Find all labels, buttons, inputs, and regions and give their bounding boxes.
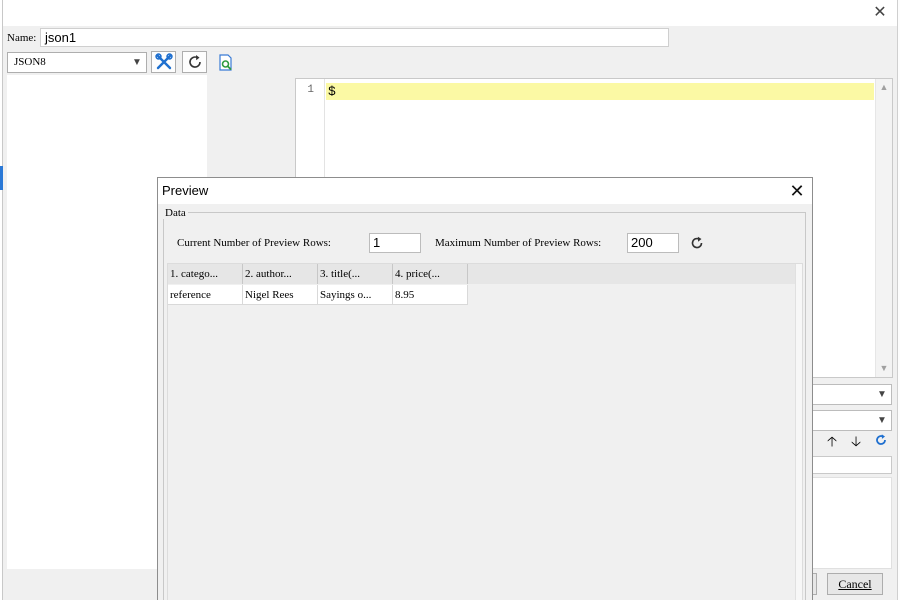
preview-close-button[interactable]: ✕ — [786, 180, 808, 202]
side-input[interactable] — [812, 456, 892, 474]
tools-button[interactable] — [151, 51, 176, 73]
chevron-down-icon: ▼ — [877, 389, 887, 400]
arrow-up-icon: 🡡 — [826, 433, 838, 449]
table-cell[interactable]: Nigel Rees — [243, 285, 318, 305]
side-refresh-button[interactable] — [871, 432, 891, 450]
preview-search-icon — [219, 54, 232, 71]
table-cell[interactable]: 8.95 — [393, 285, 468, 305]
chevron-down-icon: ▼ — [132, 57, 142, 68]
name-label: Name: — [7, 32, 37, 44]
close-icon: ✕ — [873, 4, 887, 21]
side-select-2[interactable]: ▼ — [812, 410, 892, 431]
preview-dialog: Preview ✕ Data Current Number of Preview… — [157, 177, 813, 600]
arrow-down-icon: 🡣 — [850, 433, 862, 449]
preview-button[interactable] — [217, 53, 235, 73]
side-select-1[interactable]: ▼ — [812, 384, 892, 405]
grid-scrollbar[interactable] — [795, 264, 802, 600]
column-header[interactable]: 2. author... — [243, 264, 318, 284]
line-number: 1 — [307, 84, 314, 96]
table-cell[interactable]: Sayings o... — [318, 285, 393, 305]
reload-button[interactable] — [182, 51, 207, 73]
scroll-down-icon[interactable]: ▼ — [876, 361, 892, 376]
editor-content[interactable]: $ — [328, 83, 336, 100]
format-select[interactable]: JSON8 ▼ — [7, 52, 147, 73]
chevron-down-icon: ▼ — [877, 415, 887, 426]
tools-icon — [154, 53, 173, 70]
refresh-icon — [876, 434, 886, 445]
max-rows-label: Maximum Number of Preview Rows: — [435, 237, 602, 249]
format-select-value: JSON8 — [14, 56, 46, 68]
max-rows-input[interactable]: 200 — [627, 233, 679, 253]
preview-title: Preview — [162, 183, 209, 198]
cancel-button[interactable]: Cancel — [827, 573, 883, 595]
move-up-button[interactable]: 🡡 — [822, 432, 842, 450]
name-input[interactable]: json1 — [40, 28, 669, 47]
side-panel — [812, 477, 892, 569]
window-titlebar: ✕ — [0, 0, 897, 26]
column-header[interactable]: 4. price(... — [393, 264, 468, 284]
grid-header: 1. catego... 2. author... 3. title(... 4… — [168, 264, 802, 284]
left-window-edge — [0, 0, 3, 600]
refresh-icon — [188, 55, 201, 68]
move-down-button[interactable]: 🡣 — [846, 432, 866, 450]
scroll-up-icon[interactable]: ▲ — [876, 80, 892, 95]
close-icon: ✕ — [789, 181, 805, 201]
current-rows-input[interactable]: 1 — [369, 233, 421, 253]
window-close-button[interactable]: ✕ — [869, 3, 891, 23]
column-header[interactable]: 3. title(... — [318, 264, 393, 284]
current-line-highlight — [326, 83, 874, 100]
current-rows-label: Current Number of Preview Rows: — [177, 237, 331, 249]
column-header[interactable]: 1. catego... — [168, 264, 243, 284]
preview-data-grid[interactable]: 1. catego... 2. author... 3. title(... 4… — [167, 263, 803, 600]
editor-scrollbar[interactable]: ▲ ▼ — [875, 79, 892, 377]
table-cell[interactable]: reference — [168, 285, 243, 305]
preview-titlebar: Preview ✕ — [158, 178, 812, 204]
data-group-label: Data — [163, 207, 188, 219]
refresh-rows-button[interactable] — [688, 234, 706, 252]
left-edge-marker — [0, 166, 3, 190]
refresh-icon — [691, 236, 703, 249]
